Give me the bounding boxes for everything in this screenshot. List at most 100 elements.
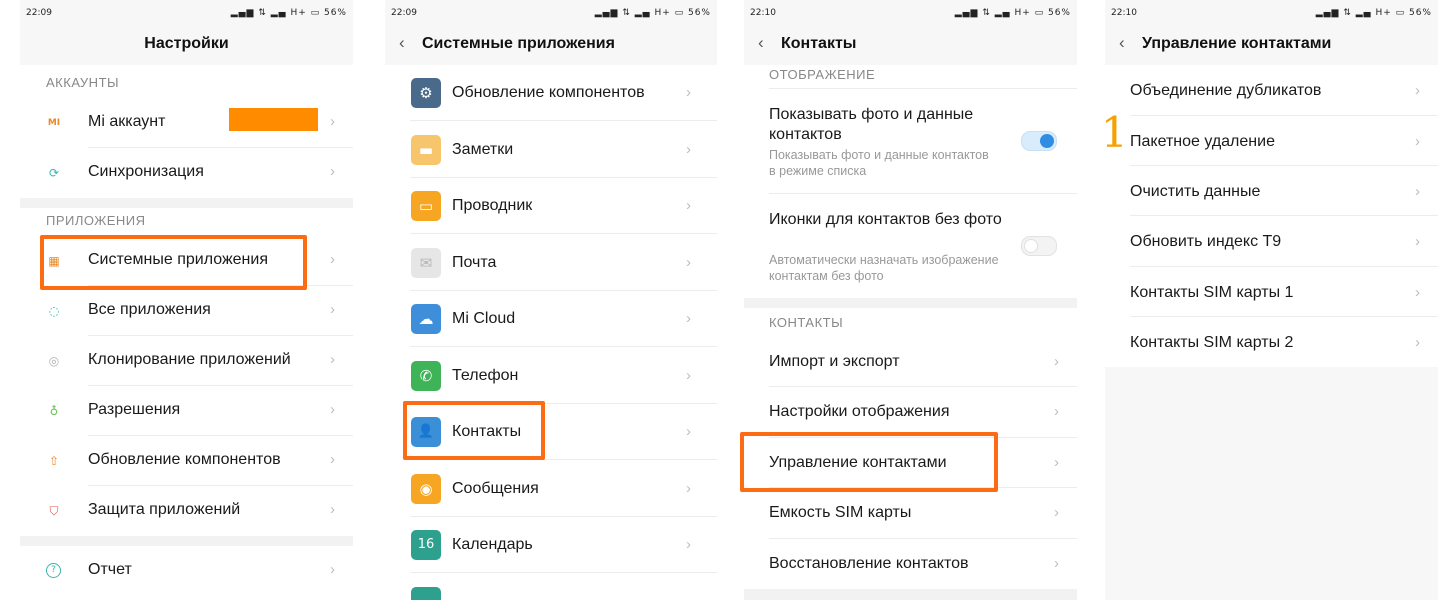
chevron-right-icon: ›	[330, 163, 335, 180]
back-arrow-icon[interactable]: ‹	[399, 33, 405, 53]
chevron-right-icon: ›	[1054, 504, 1059, 521]
permission-icon: ♁	[49, 404, 59, 418]
status-bar: 22:09 ▂▄▆ ⇅ ▂▄ H+ ▭ 56%	[20, 0, 353, 26]
clone-icon: ◎	[48, 354, 60, 368]
status-icons: ▂▄▆ ⇅ ▂▄ H+ ▭ 56%	[594, 8, 711, 18]
settings-item-report[interactable]: ? Отчет ›	[20, 546, 353, 596]
contacts-item-label: Импорт и экспорт	[769, 353, 900, 370]
settings-item-app-protection[interactable]: ⛉ Защита приложений ›	[20, 486, 353, 536]
update-icon: ⇧	[48, 454, 60, 468]
chevron-right-icon: ›	[1054, 555, 1059, 572]
toggle-row-contact-icons[interactable]: Иконки для контактов без фото Автоматиче…	[744, 194, 1077, 298]
app-item-calendar[interactable]: 16 Календарь ›	[385, 517, 717, 573]
manage-item-label: Контакты SIM карты 1	[1130, 284, 1294, 301]
mail-icon: ✉	[411, 248, 441, 278]
contacts-item-restore[interactable]: Восстановление контактов ›	[744, 539, 1077, 589]
calendar-icon: 16	[411, 530, 441, 560]
app-item-mail[interactable]: ✉ Почта ›	[385, 234, 717, 291]
show-photos-toggle[interactable]	[1021, 131, 1057, 151]
status-bar: 22:09 ▂▄▆ ⇅ ▂▄ H+ ▭ 56%	[385, 0, 717, 26]
manage-item-label: Обновить индекс T9	[1130, 233, 1282, 250]
status-icons: ▂▄▆ ⇅ ▂▄ H+ ▭ 56%	[230, 8, 347, 18]
chevron-right-icon: ›	[1054, 403, 1059, 420]
chevron-right-icon: ›	[330, 251, 335, 268]
highlight-system-apps	[40, 235, 307, 290]
settings-item-label: Защита приложений	[88, 501, 241, 518]
app-header: Настройки	[20, 26, 353, 64]
system-apps-screen: 22:09 ▂▄▆ ⇅ ▂▄ H+ ▭ 56% ‹ Системные прил…	[385, 0, 717, 600]
chevron-right-icon: ›	[1415, 183, 1420, 200]
chevron-right-icon: ›	[1415, 284, 1420, 301]
manage-item-sim1-contacts[interactable]: Контакты SIM карты 1 ›	[1105, 267, 1438, 317]
system-apps-list: ⚙ Обновление компонентов › ▬ Заметки › ▭…	[385, 65, 717, 600]
contacts-item-display-settings[interactable]: Настройки отображения ›	[744, 387, 1077, 438]
manage-item-sim2-contacts[interactable]: Контакты SIM карты 2 ›	[1105, 317, 1438, 367]
section-gap	[20, 536, 353, 546]
app-item-phone[interactable]: ✆ Телефон ›	[385, 347, 717, 404]
dots-circle-icon: ◌	[48, 304, 60, 318]
settings-item-sync[interactable]: ⟳ Синхронизация ›	[20, 148, 353, 198]
contacts-item-label: Восстановление контактов	[769, 555, 969, 572]
back-arrow-icon[interactable]: ‹	[758, 33, 764, 53]
app-header: ‹ Контакты	[744, 26, 1077, 64]
shield-icon: ⛉	[49, 504, 59, 518]
chevron-right-icon: ›	[686, 480, 691, 497]
app-item-file-manager[interactable]: ▭ Проводник ›	[385, 178, 717, 234]
app-header: ‹ Управление контактами	[1105, 26, 1438, 64]
settings-list: АККАУНТЫ MI Mi аккаунт › ⟳ Синхронизация…	[20, 65, 353, 600]
status-bar: 22:10 ▂▄▆ ⇅ ▂▄ H+ ▭ 56%	[744, 0, 1077, 26]
section-gap	[744, 589, 1077, 600]
app-item-notes[interactable]: ▬ Заметки ›	[385, 121, 717, 178]
chevron-right-icon: ›	[1054, 454, 1059, 471]
page-title: Настройки	[144, 35, 229, 52]
manage-item-clear-data[interactable]: Очистить данные ›	[1105, 166, 1438, 216]
settings-item-clone-apps[interactable]: ◎ Клонирование приложений ›	[20, 336, 353, 386]
redacted-account-block	[229, 108, 318, 131]
folder-icon: ▭	[411, 191, 441, 221]
contacts-item-sim-capacity[interactable]: Емкость SIM карты ›	[744, 488, 1077, 539]
app-item-label: Mi Cloud	[452, 310, 516, 327]
page-title: Управление контактами	[1142, 35, 1332, 52]
toggle-row-show-photos[interactable]: Показывать фото и данные контактов Показ…	[744, 89, 1077, 194]
manage-item-update-t9-index[interactable]: Обновить индекс T9 ›	[1105, 216, 1438, 267]
manage-item-merge-duplicates[interactable]: Объединение дубликатов ›	[1105, 65, 1438, 116]
chevron-right-icon: ›	[686, 84, 691, 101]
app-item-label: Проводник	[452, 197, 533, 214]
chevron-right-icon: ›	[686, 310, 691, 327]
chevron-right-icon: ›	[330, 351, 335, 368]
status-time: 22:10	[1111, 8, 1137, 18]
status-time: 22:09	[26, 8, 52, 18]
contacts-item-import-export[interactable]: Импорт и экспорт ›	[744, 337, 1077, 387]
manage-contacts-list: Объединение дубликатов › Пакетное удален…	[1105, 65, 1438, 367]
chevron-right-icon: ›	[686, 536, 691, 553]
settings-item-component-updates[interactable]: ⇧ Обновление компонентов ›	[20, 436, 353, 486]
contacts-settings-screen: 22:10 ▂▄▆ ⇅ ▂▄ H+ ▭ 56% ‹ Контакты ОТОБР…	[744, 0, 1077, 600]
settings-item-all-apps[interactable]: ◌ Все приложения ›	[20, 286, 353, 336]
app-icon	[411, 587, 441, 600]
chevron-right-icon: ›	[1054, 353, 1059, 370]
chevron-right-icon: ›	[330, 301, 335, 318]
app-item-mi-cloud[interactable]: ☁ Mi Cloud ›	[385, 291, 717, 347]
status-icons: ▂▄▆ ⇅ ▂▄ H+ ▭ 56%	[954, 8, 1071, 18]
section-apps: ПРИЛОЖЕНИЯ	[46, 213, 146, 228]
gear-icon: ⚙	[411, 78, 441, 108]
app-item-component-updates[interactable]: ⚙ Обновление компонентов ›	[385, 65, 717, 121]
app-item-messages[interactable]: ◉ Сообщения ›	[385, 460, 717, 517]
app-item-partial	[385, 573, 717, 600]
back-arrow-icon[interactable]: ‹	[1119, 33, 1125, 53]
chevron-right-icon: ›	[1415, 82, 1420, 99]
cloud-icon: ☁	[411, 304, 441, 334]
sync-icon: ⟳	[48, 166, 60, 180]
toggle-description: Показывать фото и данные контактов в реж…	[769, 148, 989, 178]
settings-item-label: Отчет	[88, 561, 132, 578]
settings-item-permissions[interactable]: ♁ Разрешения ›	[20, 386, 353, 436]
highlight-manage-contacts	[740, 432, 998, 492]
manage-item-batch-delete[interactable]: Пакетное удаление ›	[1105, 116, 1438, 166]
toggle-label: Иконки для контактов без фото	[769, 211, 1002, 228]
manage-item-label: Пакетное удаление	[1130, 133, 1275, 150]
manage-item-label: Очистить данные	[1130, 183, 1261, 200]
chevron-right-icon: ›	[1415, 133, 1420, 150]
section-display: ОТОБРАЖЕНИЕ	[769, 67, 876, 82]
status-bar: 22:10 ▂▄▆ ⇅ ▂▄ H+ ▭ 56%	[1105, 0, 1438, 26]
contact-icons-toggle[interactable]	[1021, 236, 1057, 256]
